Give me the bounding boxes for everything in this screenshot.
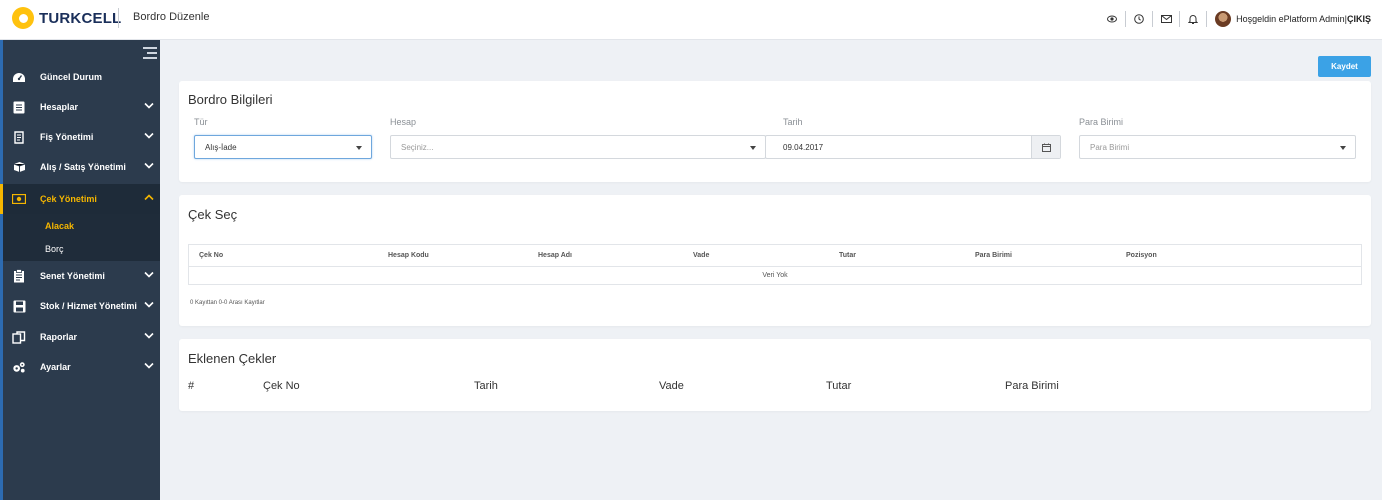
sidebar-item-raporlar[interactable]: Raporlar xyxy=(3,322,160,352)
bordro-bilgileri-panel: Bordro Bilgileri Tür Alış-İade Hesap Seç… xyxy=(179,81,1371,182)
turkcell-logo[interactable]: TURKCELL xyxy=(12,7,121,29)
header-separator xyxy=(1152,11,1154,27)
hesap-label: Hesap xyxy=(390,117,417,127)
column-header: Çek No xyxy=(263,380,300,392)
column-header: Tarih xyxy=(474,380,498,392)
sidebar-item-alis-satis[interactable]: Alış / Satış Yönetimi xyxy=(3,152,160,182)
sidebar-item-label: Raporlar xyxy=(40,332,78,342)
brand-name: TURKCELL xyxy=(39,9,122,27)
header-divider xyxy=(118,8,119,28)
section-title: Bordro Bilgileri xyxy=(188,92,273,107)
save-disk-icon xyxy=(12,299,26,313)
sidebar-item-label: Stok / Hizmet Yönetimi xyxy=(40,301,137,311)
gears-icon xyxy=(12,360,26,374)
column-header[interactable]: Pozisyon xyxy=(1126,252,1157,259)
sidebar-item-label: Güncel Durum xyxy=(40,72,103,82)
sidebar-item-ayarlar[interactable]: Ayarlar xyxy=(3,352,160,382)
hesap-select-placeholder: Seçiniz... xyxy=(401,142,434,152)
column-header[interactable]: Tutar xyxy=(839,252,856,259)
sidebar-item-cek-yonetimi[interactable]: Çek Yönetimi xyxy=(0,184,160,214)
sidebar-item-fis-yonetimi[interactable]: Fiş Yönetimi xyxy=(3,122,160,152)
clock-icon[interactable] xyxy=(1132,12,1146,26)
chevron-down-icon xyxy=(144,362,154,369)
submenu-item-borc[interactable]: Borç xyxy=(45,244,64,254)
sidebar-item-stok-hizmet[interactable]: Stok / Hizmet Yönetimi xyxy=(3,291,160,321)
menu-toggle-icon[interactable] xyxy=(143,47,157,62)
sidebar-item-label: Çek Yönetimi xyxy=(40,194,97,204)
submenu-item-alacak[interactable]: Alacak xyxy=(45,221,74,231)
chevron-up-icon xyxy=(144,194,154,201)
sidebar-item-label: Alış / Satış Yönetimi xyxy=(40,162,126,172)
sidebar: Güncel Durum Hesaplar Fiş Yönetimi Alış … xyxy=(0,40,160,500)
avatar[interactable] xyxy=(1215,11,1232,27)
ledger-icon xyxy=(12,100,26,114)
para-birimi-placeholder: Para Birimi xyxy=(1090,142,1130,152)
column-header[interactable]: Hesap Adı xyxy=(538,252,572,259)
chevron-down-icon xyxy=(144,102,154,109)
header-separator xyxy=(1125,11,1127,27)
top-header: TURKCELL Bordro Düzenle Hoşgeldin ePlatf… xyxy=(0,0,1382,40)
empty-table-message: Veri Yok xyxy=(762,272,788,279)
header-separator xyxy=(1179,11,1181,27)
section-title: Çek Seç xyxy=(188,207,238,222)
sidebar-item-hesaplar[interactable]: Hesaplar xyxy=(3,92,160,122)
column-header[interactable]: Vade xyxy=(693,252,709,259)
dashboard-icon xyxy=(12,70,26,84)
header-separator xyxy=(1206,11,1208,27)
sidebar-item-senet-yonetimi[interactable]: Senet Yönetimi xyxy=(3,261,160,291)
page-title: Bordro Düzenle xyxy=(133,11,210,23)
save-button[interactable]: Kaydet xyxy=(1318,56,1371,77)
caret-down-icon xyxy=(750,146,756,150)
receipt-icon xyxy=(12,130,26,144)
box-icon xyxy=(12,160,26,174)
tur-select-value: Alış-İade xyxy=(205,142,237,152)
column-header[interactable]: Hesap Kodu xyxy=(388,252,429,259)
column-header[interactable]: Para Birimi xyxy=(975,252,1012,259)
eye-icon[interactable] xyxy=(1105,12,1119,26)
cek-sec-panel: Çek Seç Çek No Hesap Kodu Hesap Adı Vade… xyxy=(179,195,1371,326)
sidebar-item-label: Hesaplar xyxy=(40,102,79,112)
copy-report-icon xyxy=(12,330,26,344)
para-birimi-select[interactable]: Para Birimi xyxy=(1079,135,1356,159)
logout-link[interactable]: ÇIKIŞ xyxy=(1347,14,1371,24)
header-actions: Hoşgeldin ePlatform Admin | ÇIKIŞ xyxy=(1099,10,1371,28)
chevron-down-icon xyxy=(144,271,154,278)
tarih-date-field[interactable]: 09.04.2017 xyxy=(765,135,1061,159)
caret-down-icon xyxy=(356,146,362,150)
para-birimi-label: Para Birimi xyxy=(1079,117,1124,127)
cek-table: Çek No Hesap Kodu Hesap Adı Vade Tutar P… xyxy=(188,244,1362,285)
eklenen-cekler-panel: Eklenen Çekler # Çek No Tarih Vade Tutar… xyxy=(179,339,1371,411)
chevron-down-icon xyxy=(144,162,154,169)
chevron-down-icon xyxy=(144,332,154,339)
tarih-value: 09.04.2017 xyxy=(783,142,824,152)
table-info: 0 Kayıttan 0-0 Arası Kayıtlar xyxy=(190,300,265,306)
sidebar-item-guncel-durum[interactable]: Güncel Durum xyxy=(3,62,160,92)
sidebar-item-label: Ayarlar xyxy=(40,362,71,372)
clipboard-icon xyxy=(12,269,26,283)
bell-icon[interactable] xyxy=(1186,12,1200,26)
column-header[interactable]: Çek No xyxy=(199,252,223,259)
tur-label: Tür xyxy=(194,117,208,127)
hesap-select[interactable]: Seçiniz... xyxy=(390,135,766,159)
table-header: Çek No Hesap Kodu Hesap Adı Vade Tutar P… xyxy=(189,245,1361,267)
turkcell-logo-icon xyxy=(12,7,34,29)
welcome-text: Hoşgeldin ePlatform Admin xyxy=(1236,14,1345,24)
column-header: Vade xyxy=(659,380,684,392)
section-title: Eklenen Çekler xyxy=(188,351,277,366)
sidebar-item-label: Senet Yönetimi xyxy=(40,271,105,281)
mail-icon[interactable] xyxy=(1159,12,1173,26)
tur-select[interactable]: Alış-İade xyxy=(194,135,372,159)
column-header: Tutar xyxy=(826,380,852,392)
money-icon xyxy=(12,192,26,206)
column-header: # xyxy=(188,380,195,392)
chevron-down-icon xyxy=(144,132,154,139)
tarih-label: Tarih xyxy=(783,117,803,127)
calendar-icon[interactable] xyxy=(1031,136,1060,158)
chevron-down-icon xyxy=(144,301,154,308)
caret-down-icon xyxy=(1340,146,1346,150)
column-header: Para Birimi xyxy=(1005,380,1059,392)
sidebar-item-label: Fiş Yönetimi xyxy=(40,132,94,142)
cek-yonetimi-submenu: Alacak Borç xyxy=(3,214,160,261)
